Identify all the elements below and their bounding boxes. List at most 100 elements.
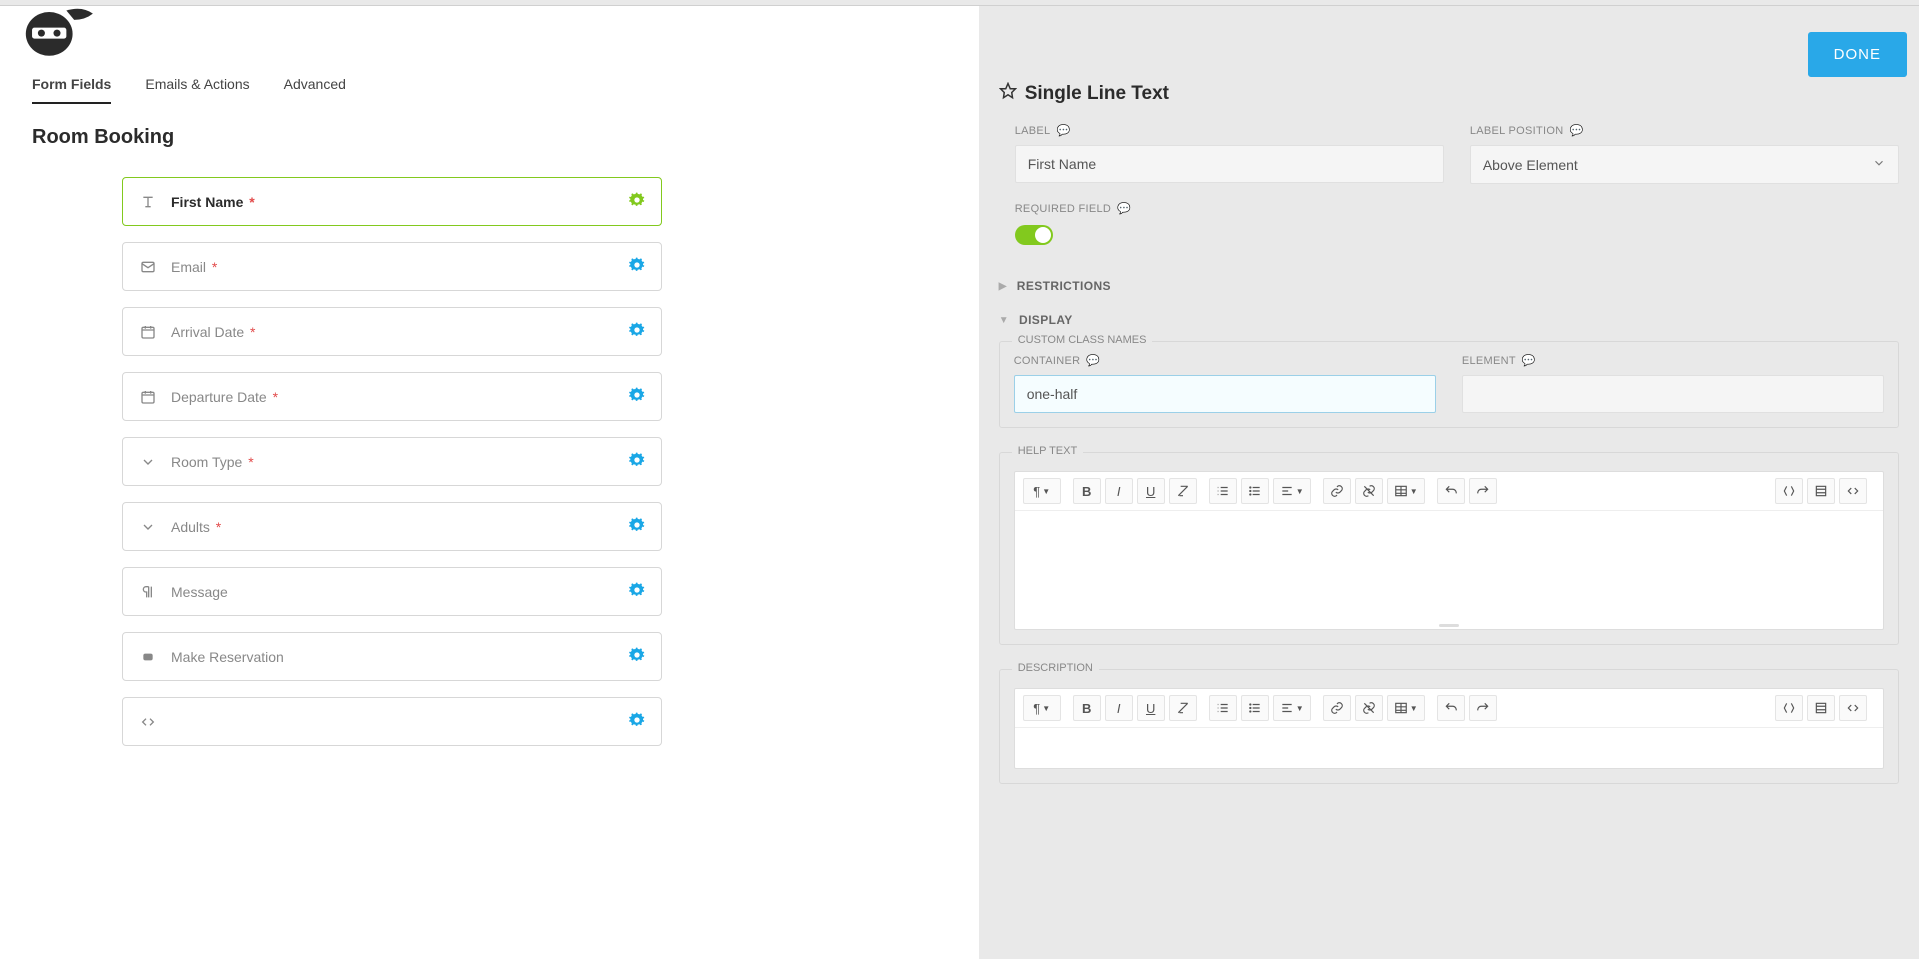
table-button[interactable]: ▼ [1387,695,1425,721]
bold-button[interactable]: B [1073,478,1101,504]
clear-format-button[interactable] [1169,695,1197,721]
field-label: Departure Date * [171,389,278,405]
gear-icon[interactable] [629,582,645,601]
description-fieldset: DESCRIPTION ¶ ▼BIU ▼ ▼ [999,669,1899,784]
help-icon[interactable]: 💬 [1522,354,1536,367]
required-heading: REQUIRED FIELD 💬 [1015,202,1899,215]
field-row[interactable]: Arrival Date * [122,307,662,356]
left-panel: Form Fields Emails & Actions Advanced Ro… [0,6,979,959]
fullscreen-button[interactable] [1807,695,1835,721]
underline-button[interactable]: U [1137,478,1165,504]
label-input[interactable] [1015,145,1444,183]
link-button[interactable] [1323,478,1351,504]
display-section: ▼ DISPLAY CUSTOM CLASS NAMES CONTAINER 💬 [999,313,1899,784]
paragraph-format-button[interactable]: ¶ ▼ [1023,478,1061,504]
bold-button[interactable]: B [1073,695,1101,721]
field-row[interactable]: First Name * [122,177,662,226]
align-button[interactable]: ▼ [1273,478,1311,504]
link-button[interactable] [1323,695,1351,721]
gear-icon[interactable] [629,387,645,406]
code-icon [139,714,157,730]
header-row [0,6,979,52]
help-icon[interactable]: 💬 [1086,354,1100,367]
field-row[interactable]: Make Reservation [122,632,662,681]
align-button[interactable]: ▼ [1273,695,1311,721]
editor-toolbar: ¶ ▼ BIU ▼ ▼ [1015,472,1883,511]
required-toggle[interactable] [1015,225,1053,245]
help-text-legend: HELP TEXT [1012,445,1084,457]
field-row[interactable]: Message [122,567,662,616]
mail-icon [139,259,157,275]
html-button[interactable] [1839,695,1867,721]
ordered-list-button[interactable] [1209,695,1237,721]
gear-icon[interactable] [629,712,645,731]
help-icon[interactable]: 💬 [1056,124,1070,137]
app-logo [18,2,98,52]
custom-class-fieldset: CUSTOM CLASS NAMES CONTAINER 💬 ELEMENT 💬 [999,341,1899,428]
field-row[interactable]: Departure Date * [122,372,662,421]
restrictions-section: ▶ RESTRICTIONS [999,279,1899,293]
tab-emails-actions[interactable]: Emails & Actions [145,70,249,104]
editor-area[interactable] [1015,728,1883,768]
field-row[interactable]: Email * [122,242,662,291]
clear-format-button[interactable] [1169,478,1197,504]
help-text-fieldset: HELP TEXT ¶ ▼BIU ▼ ▼ [999,452,1899,645]
help-icon[interactable]: 💬 [1570,124,1584,137]
field-row[interactable]: Room Type * [122,437,662,486]
element-class-input[interactable] [1462,375,1884,413]
label-position-heading: LABEL POSITION 💬 [1470,124,1899,137]
ordered-list-button[interactable] [1209,478,1237,504]
gear-icon[interactable] [629,322,645,341]
paragraph-format-button[interactable]: ¶ ▼ [1023,695,1061,721]
fullscreen-button[interactable] [1807,478,1835,504]
unordered-list-button[interactable] [1241,478,1269,504]
calendar-icon [139,389,157,405]
italic-button[interactable]: I [1105,695,1133,721]
gear-icon[interactable] [629,517,645,536]
field-label: First Name * [171,194,255,210]
field-label: Message [171,584,228,600]
restrictions-toggle[interactable]: ▶ RESTRICTIONS [999,279,1899,293]
right-panel: DONE Single Line Text LABEL 💬 LABEL POSI… [979,6,1919,959]
undo-button[interactable] [1437,695,1465,721]
form-title[interactable]: Room Booking [32,126,979,149]
html-button[interactable] [1839,478,1867,504]
gear-icon[interactable] [629,192,645,211]
button-icon [139,649,157,665]
gear-icon[interactable] [629,647,645,666]
field-row[interactable] [122,697,662,746]
container-class-input[interactable] [1014,375,1436,413]
field-row[interactable]: Adults * [122,502,662,551]
dropdown-icon [139,519,157,535]
unlink-button[interactable] [1355,695,1383,721]
editor-area[interactable] [1015,511,1883,621]
help-icon[interactable]: 💬 [1117,202,1131,215]
underline-button[interactable]: U [1137,695,1165,721]
field-label: Arrival Date * [171,324,255,340]
resize-grip[interactable] [1015,621,1883,629]
text-icon [139,194,157,210]
triangle-right-icon: ▶ [999,281,1007,292]
display-toggle[interactable]: ▼ DISPLAY [999,313,1899,327]
gear-icon[interactable] [629,452,645,471]
done-button[interactable]: DONE [1808,32,1907,77]
fields-list: First Name * Email * Arrival Date * Departu… [122,177,662,746]
redo-button[interactable] [1469,695,1497,721]
unlink-button[interactable] [1355,478,1383,504]
required-row: REQUIRED FIELD 💬 [1015,202,1899,245]
merge-tags-button[interactable] [1775,478,1803,504]
italic-button[interactable]: I [1105,478,1133,504]
paragraph-icon [139,584,157,600]
merge-tags-button[interactable] [1775,695,1803,721]
field-label: Make Reservation [171,649,284,665]
container-heading: CONTAINER 💬 [1014,354,1436,367]
undo-button[interactable] [1437,478,1465,504]
table-button[interactable]: ▼ [1387,478,1425,504]
tab-form-fields[interactable]: Form Fields [32,70,111,104]
tab-advanced[interactable]: Advanced [284,70,346,104]
label-position-select[interactable]: Above Element [1470,145,1899,184]
unordered-list-button[interactable] [1241,695,1269,721]
redo-button[interactable] [1469,478,1497,504]
label-heading: LABEL 💬 [1015,124,1444,137]
gear-icon[interactable] [629,257,645,276]
